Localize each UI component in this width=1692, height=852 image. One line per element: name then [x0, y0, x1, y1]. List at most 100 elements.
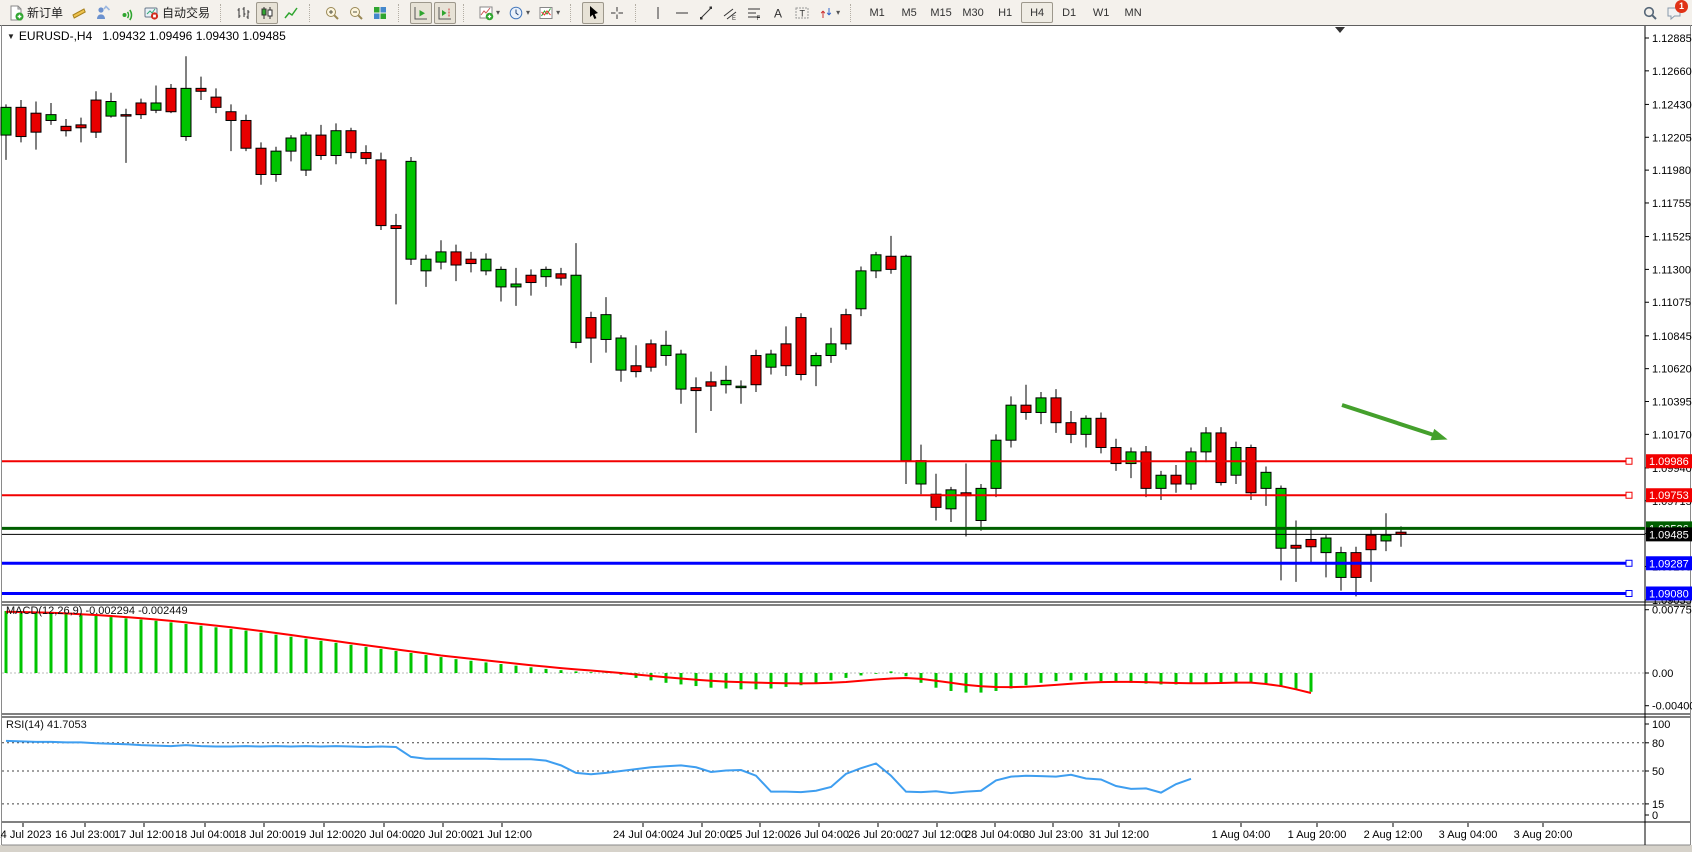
price-tick-label: 1.10170 [1652, 429, 1692, 441]
chart-shift-marker-icon[interactable] [1335, 27, 1345, 33]
crosshair-button[interactable] [606, 2, 628, 24]
time-tick-label: 30 Jul 23:00 [1023, 829, 1083, 841]
svg-text:1.09080: 1.09080 [1649, 588, 1689, 600]
signals-button[interactable] [116, 2, 138, 24]
time-tick-label: 20 Jul 20:00 [413, 829, 473, 841]
zoom-out-button[interactable] [345, 2, 367, 24]
notifications-button[interactable]: 1 [1663, 2, 1685, 24]
cursor-button[interactable] [582, 2, 604, 24]
indicators-button[interactable]: ▾ [475, 2, 503, 24]
hline-1.09080[interactable] [2, 590, 1632, 596]
horizontal-line-button[interactable] [671, 2, 693, 24]
hline-price-label: 1.09753 [1646, 488, 1692, 502]
rsi-tick-label: 50 [1652, 766, 1664, 778]
toolbar-separator [570, 4, 577, 22]
chart-profile-button[interactable] [68, 2, 90, 24]
auto-trading-button[interactable]: 自动交易 [140, 2, 213, 24]
hline-1.09287[interactable] [2, 560, 1632, 566]
timeframe-d1-button[interactable]: D1 [1053, 2, 1085, 23]
candles[interactable] [1, 56, 1406, 596]
time-tick-label: 19 Jul 12:00 [294, 829, 354, 841]
time-tick-label: 26 Jul 20:00 [848, 829, 908, 841]
line-chart-icon [283, 5, 299, 21]
timeframe-mn-button[interactable]: MN [1117, 2, 1149, 23]
price-tick-label: 1.12885 [1652, 33, 1692, 45]
tile-windows-button[interactable] [369, 2, 391, 24]
time-tick-label: 1 Aug 20:00 [1288, 829, 1347, 841]
bars-icon [235, 5, 251, 21]
vertical-line-button[interactable] [647, 2, 669, 24]
price-tick-label: 1.11980 [1652, 165, 1691, 177]
price-tick-label: 1.11300 [1652, 264, 1691, 276]
templates-button[interactable]: ▾ [535, 2, 563, 24]
price-tick-label: 1.11755 [1652, 198, 1691, 210]
svg-text:1.09287: 1.09287 [1649, 558, 1689, 570]
new-order-button[interactable]: 新订单 [5, 2, 66, 24]
rsi-tick-label: 80 [1652, 738, 1664, 750]
time-tick-label: 24 Jul 04:00 [613, 829, 673, 841]
mt4-terminal: { "window": { "symbol_period": "EURUSD-,… [0, 0, 1692, 852]
hline-1.09986[interactable] [2, 458, 1632, 464]
time-tick-label: 25 Jul 12:00 [730, 829, 790, 841]
time-tick-label: 28 Jul 04:00 [965, 829, 1025, 841]
zoom-in-button[interactable] [321, 2, 343, 24]
hline-price-label: 1.09080 [1646, 586, 1692, 600]
time-tick-label: 18 Jul 04:00 [175, 829, 235, 841]
periods-button[interactable]: ▾ [505, 2, 533, 24]
candlestick-chart-button[interactable] [256, 2, 278, 24]
chart-title: ▼ EURUSD-,H4 1.09432 1.09496 1.09430 1.0… [7, 29, 286, 43]
timeframe-m15-button[interactable]: M15 [925, 2, 957, 23]
timeframe-h1-button[interactable]: H1 [989, 2, 1021, 23]
arrows-button[interactable]: ▾ [815, 2, 843, 24]
time-tick-label: 20 Jul 04:00 [354, 829, 414, 841]
rsi-label: RSI(14) 41.7053 [6, 719, 87, 731]
toolbar-separator [850, 4, 857, 22]
timeframe-w1-button[interactable]: W1 [1085, 2, 1117, 23]
trendline-button[interactable] [695, 2, 717, 24]
price-tick-label: 1.12205 [1652, 132, 1692, 144]
timeframe-m5-button[interactable]: M5 [893, 2, 925, 23]
line-chart-button[interactable] [280, 2, 302, 24]
timeframe-m1-button[interactable]: M1 [861, 2, 893, 23]
svg-text:F: F [757, 16, 761, 21]
chevron-down-icon[interactable]: ▼ [7, 32, 15, 41]
price-tick-label: 1.10395 [1652, 397, 1692, 409]
rsi-tick-label: 100 [1652, 719, 1670, 731]
text-button[interactable]: A [767, 2, 789, 24]
timeframe-h4-button[interactable]: H4 [1021, 2, 1053, 23]
person-chart-icon [95, 5, 111, 21]
hline-1.09753[interactable] [2, 492, 1632, 498]
toolbar-separator [309, 4, 316, 22]
strategy-tester-button[interactable] [92, 2, 114, 24]
price-tick-label: 1.12430 [1652, 99, 1692, 111]
fibonacci-button[interactable]: F [743, 2, 765, 24]
chart-canvas[interactable]: 1.128851.126601.124301.122051.119801.117… [0, 0, 1692, 852]
macd-tick-label: -0.004007 [1652, 701, 1692, 713]
macd-tick-label: 0.007753 [1652, 605, 1692, 617]
vline-icon [650, 5, 666, 21]
chart-shift-button[interactable] [434, 2, 456, 24]
hline-price-label: 1.09986 [1646, 454, 1692, 468]
arrow-object[interactable] [1342, 405, 1448, 440]
hline-price-label: 1.09287 [1646, 556, 1692, 570]
yellow-wedge-icon [71, 5, 87, 21]
timeframe-group: M1M5M15M30H1H4D1W1MN [861, 2, 1149, 23]
svg-text:A: A [774, 6, 782, 20]
trendline-icon [698, 5, 714, 21]
time-tick-label: 18 Jul 20:00 [234, 829, 294, 841]
chevron-down-icon: ▾ [526, 8, 530, 17]
time-tick-label: 14 Jul 2023 [0, 829, 51, 841]
chart-symbol-period: EURUSD-,H4 [19, 29, 92, 43]
bar-chart-button[interactable] [232, 2, 254, 24]
svg-text:1.09485: 1.09485 [1649, 529, 1689, 541]
text-label-button[interactable]: T [791, 2, 813, 24]
auto-scroll-button[interactable] [410, 2, 432, 24]
rsi-tick-label: 0 [1652, 810, 1658, 822]
price-tick-label: 1.10845 [1652, 331, 1692, 343]
search-button[interactable] [1639, 2, 1661, 24]
timeframe-m30-button[interactable]: M30 [957, 2, 989, 23]
price-tick-label: 1.11075 [1652, 297, 1691, 309]
chart-ohlc-values: 1.09432 1.09496 1.09430 1.09485 [102, 29, 286, 43]
toolbar-separator [220, 4, 227, 22]
equidistant-channel-button[interactable]: E [719, 2, 741, 24]
